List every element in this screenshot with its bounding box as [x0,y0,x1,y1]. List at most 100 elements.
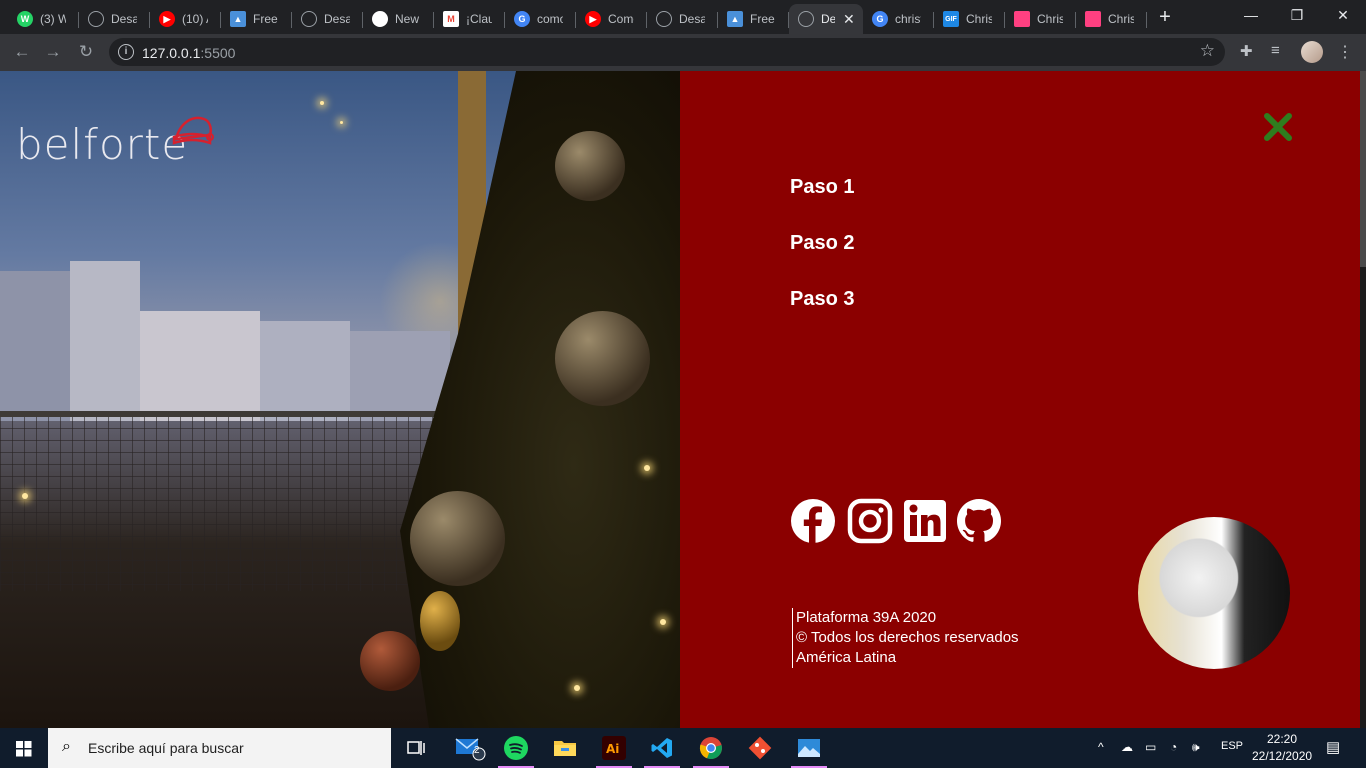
browser-tab[interactable]: De ✕ [789,4,863,34]
web-page: belforte Paso 1 Paso 2 Paso 3 Plataforma… [0,71,1366,728]
globe-icon [301,11,317,27]
minimize-button[interactable]: — [1228,0,1274,32]
tab-title: De [821,12,835,26]
globe-icon [88,11,104,27]
tab-title: Christ [966,12,992,26]
close-tab-icon[interactable]: ✕ [843,11,855,28]
scrollbar-thumb[interactable] [1360,71,1366,267]
doc-icon [1014,11,1030,27]
tab-title: Free I [253,12,279,26]
notifications-icon[interactable]: ▤ [1326,738,1340,756]
address-bar[interactable]: i 127.0.0.1:5500 ☆ [109,38,1225,66]
github-icon[interactable] [956,498,1002,544]
browser-tab[interactable]: ▲ Free I [221,4,292,34]
url-text[interactable]: 127.0.0.1:5500 [142,45,235,61]
gmail-icon: M [443,11,459,27]
bookmark-star-icon[interactable]: ☆ [1200,41,1215,61]
new-tab-button[interactable]: + [1152,5,1178,31]
footer-line-1: Plataforma 39A 2020 [796,609,937,626]
maximize-button[interactable]: ❐ [1274,0,1320,32]
youtube-icon: ▶ [159,11,175,27]
vscode-icon[interactable] [638,728,686,768]
language-indicator[interactable]: ESP [1221,740,1243,752]
browser-tab[interactable]: Desaf [292,4,363,34]
clock-time: 22:20 [1266,732,1298,746]
mail-badge: 2 [474,745,480,756]
close-window-button[interactable]: ✕ [1320,0,1366,32]
tab-title: (3) W [40,12,66,26]
browser-tab[interactable]: GIF Christ [934,4,1005,34]
linkedin-icon[interactable] [902,498,948,544]
mail-icon[interactable]: 2 [446,728,494,768]
battery-icon[interactable]: ▭ [1145,740,1156,754]
taskbar-search-box[interactable]: ⌕ Escribe aquí para buscar [48,728,391,768]
whatsapp-icon: W [17,11,33,27]
system-clock[interactable]: 22:20 22/12/2020 [1252,731,1312,765]
site-logo[interactable]: belforte [16,116,216,175]
browser-toolbar: ← → ↻ i 127.0.0.1:5500 ☆ ✚ ≡ ⋮ [0,34,1366,71]
browser-menu-icon[interactable]: ⋮ [1337,42,1353,62]
reload-button[interactable]: ↻ [74,40,98,64]
instagram-icon[interactable] [847,498,893,544]
forward-button[interactable]: → [41,40,65,64]
show-hidden-icons-icon[interactable]: ^ [1098,740,1104,754]
menu-link-paso-3[interactable]: Paso 3 [790,288,854,311]
clock-date: 22/12/2020 [1252,749,1313,763]
svg-text:Ai: Ai [606,742,619,756]
tab-title: como [537,12,563,26]
footer-text: Plataforma 39A 2020 © Todos los derechos… [792,608,1019,668]
browser-tab[interactable]: ▶ (10) A [150,4,221,34]
profile-avatar[interactable] [1301,41,1323,63]
browser-tab[interactable]: Christ [1076,4,1147,34]
volume-icon[interactable]: 🕪 [1192,740,1200,755]
browser-tab[interactable]: Desaf [647,4,718,34]
back-button[interactable]: ← [10,40,34,64]
browser-tab[interactable]: W (3) W [8,4,79,34]
background-photo: belforte [0,71,690,728]
facebook-icon[interactable] [790,498,836,544]
globe-icon [656,11,672,27]
search-icon: ⌕ [62,738,71,755]
tab-title: Christ [1037,12,1063,26]
shapes-icon: ▲ [727,11,743,27]
spotify-icon[interactable] [492,728,540,768]
git-icon[interactable] [736,728,784,768]
file-explorer-icon[interactable] [541,728,589,768]
browser-tab[interactable]: Christ [1005,4,1076,34]
task-view-icon[interactable] [392,728,440,768]
tab-title: Desaf [324,12,350,26]
site-info-icon[interactable]: i [118,44,134,60]
doc-icon [1085,11,1101,27]
media-controls-icon[interactable]: ≡ [1271,42,1280,59]
menu-link-paso-1[interactable]: Paso 1 [790,176,854,199]
tab-title: New F [395,12,421,26]
wifi-icon[interactable]: ◔ [1170,740,1177,754]
windows-start-icon[interactable] [0,728,48,768]
search-placeholder: Escribe aquí para buscar [88,740,244,756]
browser-tab[interactable]: ▶ Como [576,4,647,34]
browser-tab[interactable]: Desaf [79,4,150,34]
youtube-icon: ▶ [585,11,601,27]
tab-title: Como [608,12,634,26]
globe-icon [798,11,814,27]
shapes-icon: ▲ [230,11,246,27]
illustrator-icon[interactable]: Ai [590,728,638,768]
tab-title: Christ [1108,12,1134,26]
photos-icon[interactable] [785,728,833,768]
browser-tab[interactable]: ▲ Free I [718,4,789,34]
extensions-icon[interactable]: ✚ [1240,42,1253,60]
browser-tab[interactable]: M ¡Clauc [434,4,505,34]
menu-link-paso-2[interactable]: Paso 2 [790,232,854,255]
chrome-icon[interactable] [687,728,735,768]
browser-tab[interactable]: Gchrist [863,4,934,34]
tab-title: Desaf [679,12,705,26]
browser-tab[interactable]: New F [363,4,434,34]
tab-title: ¡Clauc [466,12,492,26]
menu-panel: Paso 1 Paso 2 Paso 3 Plataforma 39A 2020… [680,71,1360,728]
gif-icon: GIF [943,11,959,27]
page-scrollbar[interactable] [1360,71,1366,728]
onedrive-icon[interactable]: ☁ [1121,740,1133,754]
tab-title: (10) A [182,12,208,26]
browser-tab[interactable]: Gcomo [505,4,576,34]
close-icon[interactable] [1262,111,1294,143]
